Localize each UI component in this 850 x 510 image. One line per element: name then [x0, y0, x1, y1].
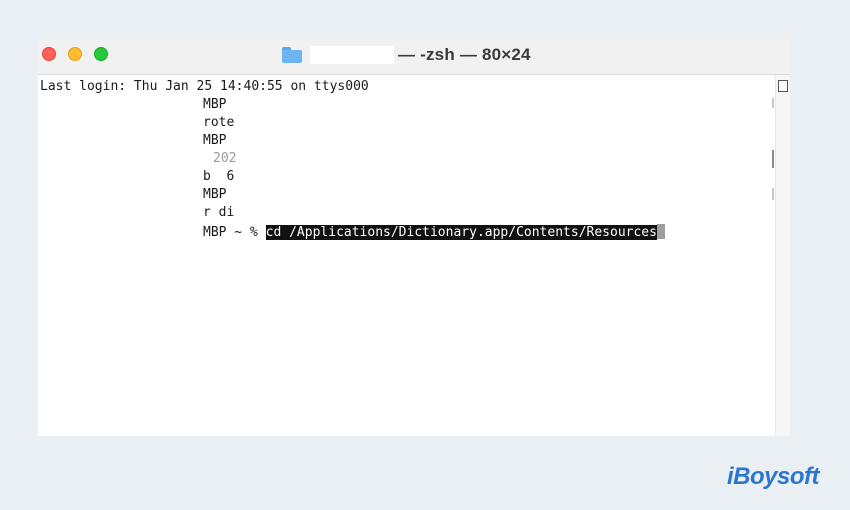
highlighted-command[interactable]: cd /Applications/Dictionary.app/Contents… [265, 225, 657, 240]
folder-icon [282, 47, 302, 63]
scrollbar[interactable] [775, 75, 790, 436]
zoom-button[interactable] [94, 47, 108, 61]
window-title: — -zsh — 80×24 [398, 45, 531, 64]
scroll-split-icon[interactable] [778, 80, 788, 92]
terminal-window: — -zsh — 80×24 Last login: Thu Jan 25 14… [38, 38, 790, 436]
history-line: MBP [203, 187, 227, 202]
scroll-marker [772, 150, 774, 168]
history-line: b 6 [203, 169, 235, 184]
close-button[interactable] [42, 47, 56, 61]
scroll-marker [772, 98, 774, 108]
shell-prompt: MBP ~ % [203, 225, 266, 240]
redacted-username [310, 46, 394, 64]
command-line: MBP ~ % cd /Applications/Dictionary.app/… [203, 224, 665, 241]
title-bar[interactable]: — -zsh — 80×24 [38, 38, 790, 75]
window-title-group: — -zsh — 80×24 [282, 44, 531, 66]
history-line: MBP [203, 97, 227, 112]
history-line: rote [203, 115, 235, 130]
history-line: r di [203, 205, 235, 220]
terminal-content[interactable]: Last login: Thu Jan 25 14:40:55 on ttys0… [38, 75, 776, 436]
last-login-line: Last login: Thu Jan 25 14:40:55 on ttys0… [40, 79, 369, 94]
iboysoft-logo: iBoysoft [727, 463, 820, 490]
history-line: MBP [203, 133, 227, 148]
history-line: 202 [213, 151, 237, 166]
scroll-marker [772, 188, 774, 200]
text-cursor [656, 224, 665, 239]
minimize-button[interactable] [68, 47, 82, 61]
